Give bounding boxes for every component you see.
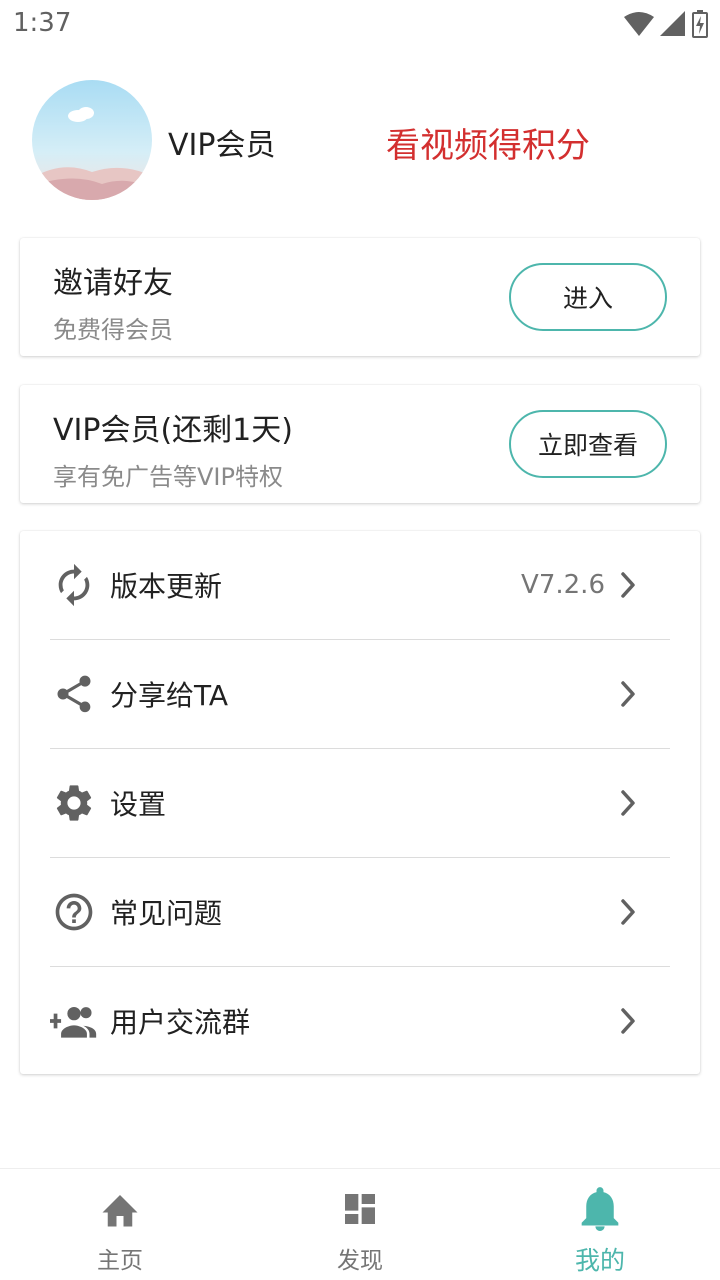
invite-friends-card: 邀请好友 免费得会员 进入 — [20, 238, 700, 356]
chevron-right-icon — [621, 790, 635, 816]
home-icon — [98, 1187, 142, 1231]
vip-card-subtitle: 享有免广告等VIP特权 — [53, 463, 283, 491]
group-add-icon — [50, 997, 98, 1045]
menu-item-label: 用户交流群 — [110, 1006, 251, 1039]
nav-item-mine[interactable]: 我的 — [480, 1169, 720, 1280]
bell-icon — [578, 1187, 622, 1231]
share-icon — [50, 670, 98, 718]
menu-item-label: 版本更新 — [110, 570, 223, 603]
nav-item-home[interactable]: 主页 — [0, 1169, 240, 1280]
nav-label: 我的 — [574, 1246, 625, 1275]
dashboard-icon — [338, 1187, 382, 1231]
nav-label: 主页 — [97, 1248, 143, 1274]
status-time: 1:37 — [13, 8, 72, 38]
menu-item-share[interactable]: 分享给TA — [50, 640, 670, 748]
menu-item-version-update[interactable]: 版本更新 V7.2.6 — [50, 531, 670, 639]
enter-button[interactable]: 进入 — [509, 263, 667, 331]
menu-item-settings[interactable]: 设置 — [50, 749, 670, 857]
chevron-right-icon — [621, 899, 635, 925]
nav-item-discover[interactable]: 发现 — [240, 1169, 480, 1280]
chevron-right-icon — [621, 1008, 635, 1034]
profile-name: VIP会员 — [168, 128, 276, 163]
bottom-nav: 主页 发现 我的 — [0, 1168, 720, 1280]
invite-card-subtitle: 免费得会员 — [53, 316, 173, 344]
chevron-right-icon — [621, 572, 635, 598]
menu-item-label: 分享给TA — [110, 679, 229, 712]
status-icons — [624, 10, 708, 38]
landscape-avatar-image — [32, 80, 152, 200]
watch-video-promo-link[interactable]: 看视频得积分 — [386, 118, 590, 167]
vip-membership-card: VIP会员(还剩1天) 享有免广告等VIP特权 立即查看 — [20, 385, 700, 503]
profile-header: VIP会员 看视频得积分 — [0, 78, 720, 202]
vip-card-title: VIP会员(还剩1天) — [53, 413, 293, 448]
menu-item-user-group[interactable]: 用户交流群 — [50, 967, 670, 1075]
wifi-icon — [624, 12, 654, 36]
view-now-button[interactable]: 立即查看 — [509, 410, 667, 478]
signal-icon — [660, 11, 685, 36]
settings-menu: 版本更新 V7.2.6 分享给TA 设置 常见问题 用户交流群 — [20, 531, 700, 1074]
menu-item-label: 常见问题 — [110, 897, 223, 930]
refresh-icon — [50, 561, 98, 609]
version-number: V7.2.6 — [521, 570, 605, 600]
invite-card-title: 邀请好友 — [53, 266, 173, 301]
gear-icon — [50, 779, 98, 827]
help-circle-icon — [50, 888, 98, 936]
menu-item-label: 设置 — [110, 788, 167, 821]
chevron-right-icon — [621, 681, 635, 707]
battery-icon — [692, 10, 708, 38]
avatar[interactable] — [32, 80, 152, 200]
status-bar: 1:37 — [0, 0, 720, 50]
nav-label: 发现 — [337, 1248, 383, 1274]
menu-item-faq[interactable]: 常见问题 — [50, 858, 670, 966]
